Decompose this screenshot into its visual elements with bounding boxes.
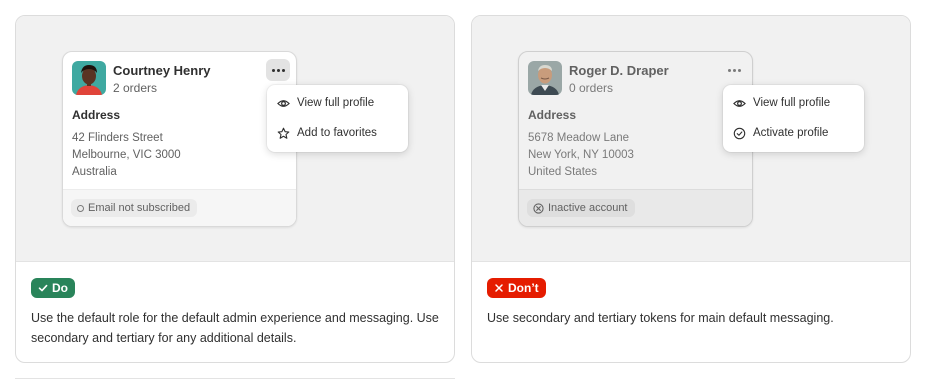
menu-item-activate-profile[interactable]: Activate profile — [733, 123, 828, 143]
actions-popover: View full profile Activate profile — [723, 85, 864, 152]
star-icon — [277, 127, 290, 139]
more-actions-button[interactable] — [722, 59, 746, 81]
customer-card-footer: Email not subscribed — [63, 189, 296, 226]
address-line: United States — [528, 166, 598, 178]
more-dot-icon — [271, 68, 275, 72]
address-line: 42 Flinders Street — [72, 132, 163, 144]
actions-popover: View full profile Add to favorites — [267, 85, 408, 152]
address-line: Australia — [72, 166, 117, 178]
do-preview-area: Courtney Henry 2 orders Address 42 Flind… — [16, 16, 454, 262]
menu-item-view-profile[interactable]: View full profile — [733, 93, 830, 113]
status-badge-label: Email not subscribed — [88, 202, 191, 214]
customer-card: Roger D. Draper 0 orders Address 5678 Me… — [518, 51, 753, 227]
more-dot-icon — [732, 68, 736, 72]
address-line: 5678 Meadow Lane — [528, 132, 630, 144]
address-heading: Address — [72, 108, 121, 122]
customer-avatar — [72, 61, 106, 95]
customer-name[interactable]: Courtney Henry — [113, 63, 211, 78]
divider — [15, 378, 455, 379]
customer-card-footer: Inactive account — [519, 189, 752, 226]
check-circle-icon — [733, 127, 746, 139]
menu-item-label: View full profile — [297, 97, 375, 109]
dont-example-card: Roger D. Draper 0 orders Address 5678 Me… — [471, 15, 911, 363]
customer-card: Courtney Henry 2 orders Address 42 Flind… — [62, 51, 297, 227]
address-line: Melbourne, VIC 3000 — [72, 149, 181, 161]
address-heading: Address — [528, 108, 577, 122]
customer-name[interactable]: Roger D. Draper — [569, 63, 669, 78]
do-example-card: Courtney Henry 2 orders Address 42 Flind… — [15, 15, 455, 363]
menu-item-add-favorites[interactable]: Add to favorites — [277, 123, 377, 143]
address-line: New York, NY 10003 — [528, 149, 634, 161]
address-block: 42 Flinders Street Melbourne, VIC 3000 A… — [72, 130, 181, 181]
customer-order-count: 0 orders — [569, 81, 614, 95]
status-badge: Inactive account — [527, 199, 635, 217]
menu-item-label: Add to favorites — [297, 127, 377, 139]
more-dot-icon — [737, 68, 741, 72]
status-badge-label: Inactive account — [548, 202, 628, 214]
dont-badge-label: Don’t — [508, 281, 539, 295]
x-circle-icon — [533, 202, 544, 214]
status-badge: Email not subscribed — [71, 199, 198, 217]
status-dot-icon — [77, 204, 84, 212]
do-caption: Use the default role for the default adm… — [31, 311, 439, 345]
menu-item-view-profile[interactable]: View full profile — [277, 93, 374, 113]
eye-icon — [733, 99, 746, 107]
address-block: 5678 Meadow Lane New York, NY 10003 Unit… — [528, 130, 634, 181]
customer-avatar — [528, 61, 562, 95]
do-badge-label: Do — [52, 281, 68, 295]
do-badge: Do — [31, 278, 75, 298]
more-dot-icon — [727, 68, 731, 72]
checkmark-icon — [38, 284, 48, 292]
more-dot-icon — [276, 68, 280, 72]
dont-caption: Use secondary and tertiary tokens for ma… — [487, 311, 834, 325]
menu-item-label: Activate profile — [753, 127, 829, 139]
dont-badge: Don’t — [487, 278, 546, 298]
customer-order-count: 2 orders — [113, 81, 158, 95]
x-icon — [495, 284, 503, 292]
eye-icon — [277, 99, 290, 107]
more-dot-icon — [281, 68, 285, 72]
more-actions-button[interactable] — [266, 59, 290, 81]
menu-item-label: View full profile — [753, 97, 831, 109]
dont-preview-area: Roger D. Draper 0 orders Address 5678 Me… — [472, 16, 910, 262]
